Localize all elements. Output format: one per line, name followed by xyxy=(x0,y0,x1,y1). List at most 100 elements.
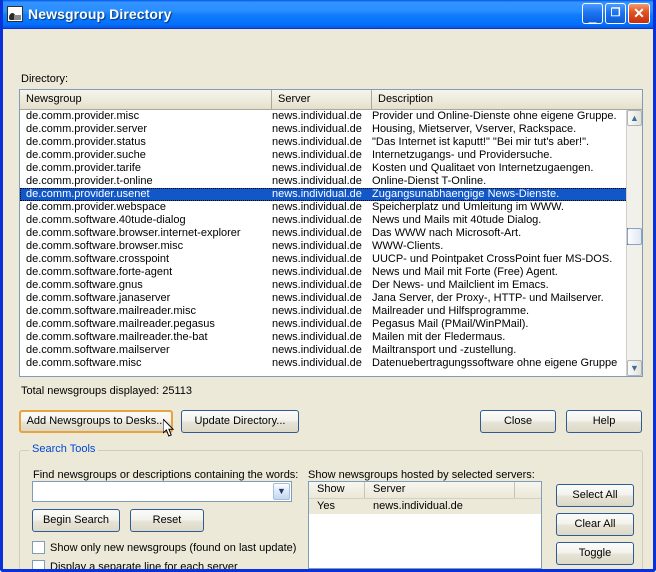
server-list-rows: Yes news.individual.de xyxy=(309,499,541,514)
table-row[interactable]: de.comm.software.40tude-dialog news.indiv… xyxy=(20,214,642,227)
table-row[interactable]: de.comm.software.forte-agent news.individ… xyxy=(20,266,642,279)
table-row[interactable]: de.comm.software.browser.misc news.indivi… xyxy=(20,240,642,253)
table-row[interactable]: de.comm.provider.tarife news.individual.d… xyxy=(20,162,642,175)
table-row[interactable]: de.comm.software.gnus news.individual.de D… xyxy=(20,279,642,292)
cell-server: news.individual.de xyxy=(272,214,362,226)
table-row[interactable]: de.comm.provider.t-online news.individual… xyxy=(20,175,642,188)
newsgroup-directory-window: Newsgroup Directory _ ❐ ✕ Directory: New… xyxy=(0,0,656,572)
server-column-server[interactable]: Server xyxy=(365,482,515,498)
cell-description: Der News- und Mailclient im Emacs. xyxy=(372,279,549,291)
maximize-button[interactable]: ❐ xyxy=(605,3,626,24)
column-header-description[interactable]: Description xyxy=(372,90,642,109)
add-newsgroups-button[interactable]: Add Newsgroups to Desks... xyxy=(19,410,173,433)
scroll-up-button[interactable]: ▲ xyxy=(627,110,642,126)
server-show-value: Yes xyxy=(317,500,335,512)
table-row[interactable]: de.comm.software.crosspoint news.individu… xyxy=(20,253,642,266)
find-newsgroups-label: Find newsgroups or descriptions containi… xyxy=(33,469,299,481)
listview-header: Newsgroup Server Description xyxy=(20,90,642,110)
toggle-button[interactable]: Toggle xyxy=(556,542,634,565)
newsgroup-listview[interactable]: Newsgroup Server Description de.comm.pro… xyxy=(19,89,643,377)
table-row[interactable]: de.comm.software.mailserver news.individu… xyxy=(20,344,642,357)
cell-description: Internetzugangs- und Providersuche. xyxy=(372,149,553,161)
separate-line-checkbox-row[interactable]: Display a separate line for each server xyxy=(32,560,238,569)
listview-scrollbar[interactable]: ▲ ▼ xyxy=(626,110,642,376)
scrollbar-thumb[interactable] xyxy=(627,228,642,245)
close-icon: ✕ xyxy=(633,5,645,21)
search-input[interactable] xyxy=(33,482,271,501)
table-row[interactable]: de.comm.software.browser.internet-explor… xyxy=(20,227,642,240)
update-directory-button[interactable]: Update Directory... xyxy=(181,410,299,433)
table-row[interactable]: de.comm.software.janaserver news.individu… xyxy=(20,292,642,305)
table-row[interactable]: de.comm.provider.usenet news.individual.d… xyxy=(20,188,642,201)
cell-server: news.individual.de xyxy=(272,149,362,161)
server-name-value: news.individual.de xyxy=(373,500,463,512)
search-combobox[interactable]: ▼ xyxy=(32,481,292,502)
show-only-new-checkbox[interactable] xyxy=(32,541,45,554)
show-only-new-label: Show only new newsgroups (found on last … xyxy=(50,541,297,554)
cell-description: WWW-Clients. xyxy=(372,240,444,252)
cell-newsgroup: de.comm.provider.webspace xyxy=(26,201,167,213)
cell-description: Datenuebertragungssoftware ohne eigene G… xyxy=(372,357,618,369)
cell-newsgroup: de.comm.software.misc xyxy=(26,357,142,369)
table-row[interactable]: de.comm.provider.webspace news.individual… xyxy=(20,201,642,214)
scroll-down-button[interactable]: ▼ xyxy=(627,360,642,376)
cell-newsgroup: de.comm.software.forte-agent xyxy=(26,266,173,278)
table-row[interactable]: de.comm.provider.suche news.individual.de… xyxy=(20,149,642,162)
close-window-button[interactable]: ✕ xyxy=(628,3,650,24)
show-only-new-checkbox-row[interactable]: Show only new newsgroups (found on last … xyxy=(32,541,296,554)
cell-server: news.individual.de xyxy=(272,188,362,200)
minimize-icon: _ xyxy=(588,8,597,24)
table-row[interactable]: de.comm.software.mailreader.pegasus news.… xyxy=(20,318,642,331)
table-row[interactable]: de.comm.provider.status news.individual.d… xyxy=(20,136,642,149)
cell-description: Jana Server, der Proxy-, HTTP- und Mails… xyxy=(372,292,604,304)
server-listview[interactable]: Show Server Yes news.individual.de xyxy=(308,481,542,569)
clear-all-button[interactable]: Clear All xyxy=(556,513,634,536)
table-row[interactable]: de.comm.software.misc news.individual.de D… xyxy=(20,357,642,370)
cell-server: news.individual.de xyxy=(272,240,362,252)
client-area: Directory: Newsgroup Server Description … xyxy=(3,29,653,569)
cell-description: "Das Internet ist kaputt!" "Bei mir tut'… xyxy=(372,136,590,148)
close-button[interactable]: Close xyxy=(480,410,556,433)
cell-description: Housing, Mietserver, Vserver, Rackspace. xyxy=(372,123,577,135)
server-column-spacer xyxy=(515,482,541,498)
cell-newsgroup: de.comm.software.mailreader.pegasus xyxy=(26,318,215,330)
server-row[interactable]: Yes news.individual.de xyxy=(309,499,541,514)
chevron-down-icon[interactable]: ▼ xyxy=(273,483,290,500)
cell-newsgroup: de.comm.provider.t-online xyxy=(26,175,153,187)
title-bar: Newsgroup Directory _ ❐ ✕ xyxy=(3,0,653,29)
cell-newsgroup: de.comm.software.mailreader.the-bat xyxy=(26,331,208,343)
table-row[interactable]: de.comm.software.mailreader.misc news.ind… xyxy=(20,305,642,318)
server-column-show[interactable]: Show xyxy=(309,482,365,498)
cell-newsgroup: de.comm.provider.server xyxy=(26,123,148,135)
cell-server: news.individual.de xyxy=(272,344,362,356)
search-tools-title: Search Tools xyxy=(29,443,99,455)
reset-button[interactable]: Reset xyxy=(130,509,204,532)
cell-server: news.individual.de xyxy=(272,318,362,330)
cell-newsgroup: de.comm.provider.suche xyxy=(26,149,146,161)
column-header-newsgroup[interactable]: Newsgroup xyxy=(20,90,272,109)
select-all-button[interactable]: Select All xyxy=(556,484,634,507)
cell-newsgroup: de.comm.provider.tarife xyxy=(26,162,141,174)
help-button[interactable]: Help xyxy=(566,410,642,433)
cell-server: news.individual.de xyxy=(272,201,362,213)
begin-search-button[interactable]: Begin Search xyxy=(32,509,120,532)
separate-line-checkbox[interactable] xyxy=(32,560,45,569)
cell-description: Das WWW nach Microsoft-Art. xyxy=(372,227,522,239)
cell-newsgroup: de.comm.software.browser.internet-explor… xyxy=(26,227,241,239)
cell-server: news.individual.de xyxy=(272,175,362,187)
cell-newsgroup: de.comm.software.browser.misc xyxy=(26,240,184,252)
cell-server: news.individual.de xyxy=(272,279,362,291)
table-row[interactable]: de.comm.provider.misc news.individual.de P… xyxy=(20,110,642,123)
column-header-server[interactable]: Server xyxy=(272,90,372,109)
table-row[interactable]: de.comm.software.mailreader.the-bat news.… xyxy=(20,331,642,344)
window-title: Newsgroup Directory xyxy=(28,6,172,22)
minimize-button[interactable]: _ xyxy=(582,3,603,24)
cell-newsgroup: de.comm.software.crosspoint xyxy=(26,253,170,265)
cell-description: Pegasus Mail (PMail/WinPMail). xyxy=(372,318,529,330)
table-row[interactable]: de.comm.provider.server news.individual.d… xyxy=(20,123,642,136)
cell-server: news.individual.de xyxy=(272,123,362,135)
cell-server: news.individual.de xyxy=(272,110,362,122)
cell-description: News und Mails mit 40tude Dialog. xyxy=(372,214,542,226)
cell-server: news.individual.de xyxy=(272,331,362,343)
directory-label: Directory: xyxy=(21,73,69,85)
